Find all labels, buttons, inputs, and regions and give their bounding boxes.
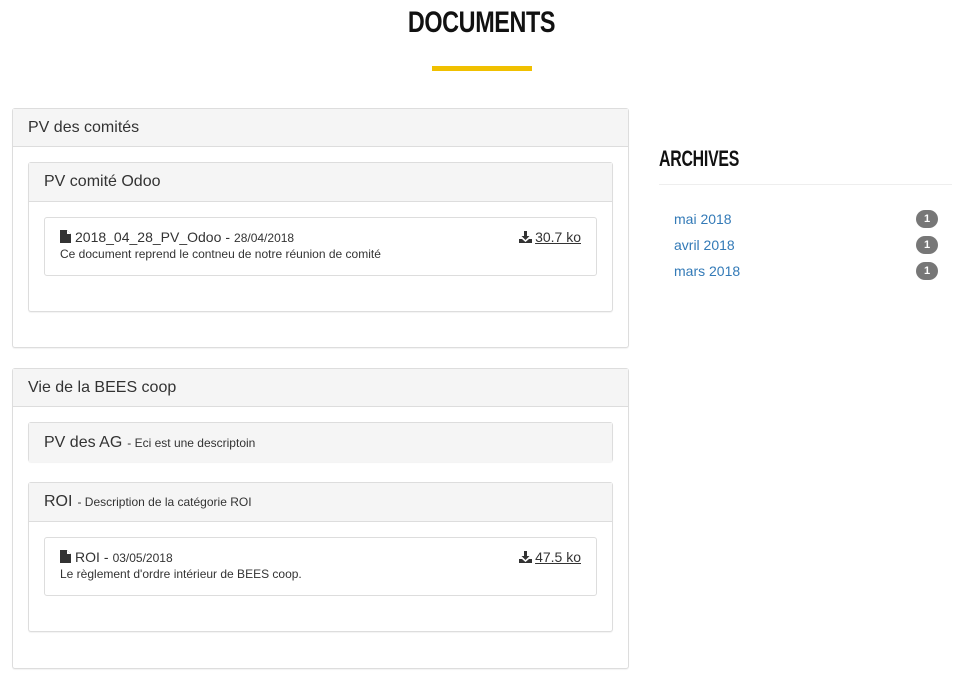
document-description: Le règlement d'ordre intérieur de BEES c… (60, 567, 302, 581)
archives-title: ARCHIVES (659, 146, 740, 171)
archive-item: mai 2018 1 (674, 206, 938, 232)
archives-list: mai 2018 1 avril 2018 1 mars 2018 1 (674, 206, 938, 284)
subcategory-panel-pv-des-ag: PV des AG - Eci est une descriptoin (28, 422, 613, 462)
archive-count-badge: 1 (916, 210, 938, 228)
category-heading: PV des comités (13, 109, 628, 147)
archive-link[interactable]: mars 2018 (674, 263, 740, 279)
category-title: Vie de la BEES coop (28, 378, 177, 396)
document-size: 30.7 ko (535, 229, 581, 245)
document-item: 2018_04_28_PV_Odoo - 28/04/2018 Ce docum… (44, 217, 597, 276)
subcategory-description: - Eci est une descriptoin (127, 435, 256, 450)
document-separator: - (103, 549, 109, 565)
subcategory-heading: PV des AG - Eci est une descriptoin (29, 423, 612, 462)
title-underline (432, 66, 532, 71)
archive-count-badge: 1 (916, 236, 938, 254)
document-link[interactable]: 2018_04_28_PV_Odoo (75, 229, 221, 245)
document-separator: - (225, 229, 231, 245)
subcategory-title: ROI (44, 493, 73, 510)
subcategory-heading: ROI - Description de la catégorie ROI (29, 483, 612, 522)
archives-divider (659, 184, 952, 185)
file-icon (60, 230, 71, 243)
archive-count-badge: 1 (916, 262, 938, 280)
download-icon (519, 551, 533, 563)
archive-item: mars 2018 1 (674, 258, 938, 284)
document-date: 03/05/2018 (112, 551, 173, 565)
document-item: ROI - 03/05/2018 Le règlement d'ordre in… (44, 537, 597, 596)
category-heading: Vie de la BEES coop (13, 369, 628, 407)
archive-item: avril 2018 1 (674, 232, 938, 258)
document-description: Ce document reprend le contneu de notre … (60, 247, 381, 261)
subcategory-description: - Description de la catégorie ROI (77, 495, 252, 509)
file-icon (60, 550, 71, 563)
document-size: 47.5 ko (535, 549, 581, 565)
subcategory-panel-roi: ROI - Description de la catégorie ROI RO… (28, 482, 613, 632)
document-link[interactable]: ROI (75, 549, 100, 565)
subcategory-heading: PV comité Odoo (29, 163, 612, 202)
subcategory-title: PV comité Odoo (44, 173, 161, 190)
download-button[interactable]: 47.5 ko (519, 549, 581, 565)
download-icon (519, 231, 533, 243)
subcategory-panel-pv-comite-odoo: PV comité Odoo 2018_04_28_PV_Odoo - 28/0… (28, 162, 613, 312)
download-button[interactable]: 30.7 ko (519, 229, 581, 245)
category-title: PV des comités (28, 118, 140, 136)
subcategory-title: PV des AG (44, 433, 123, 451)
archive-link[interactable]: mai 2018 (674, 211, 732, 227)
archive-link[interactable]: avril 2018 (674, 237, 735, 253)
document-date: 28/04/2018 (234, 231, 295, 245)
page-title: DOCUMENTS (407, 6, 556, 39)
category-panel-pv-des-comites: PV des comités PV comité Odoo 2018_04_28… (12, 108, 629, 348)
category-panel-vie-de-la-bees-coop: Vie de la BEES coop PV des AG - Eci est … (12, 368, 629, 669)
